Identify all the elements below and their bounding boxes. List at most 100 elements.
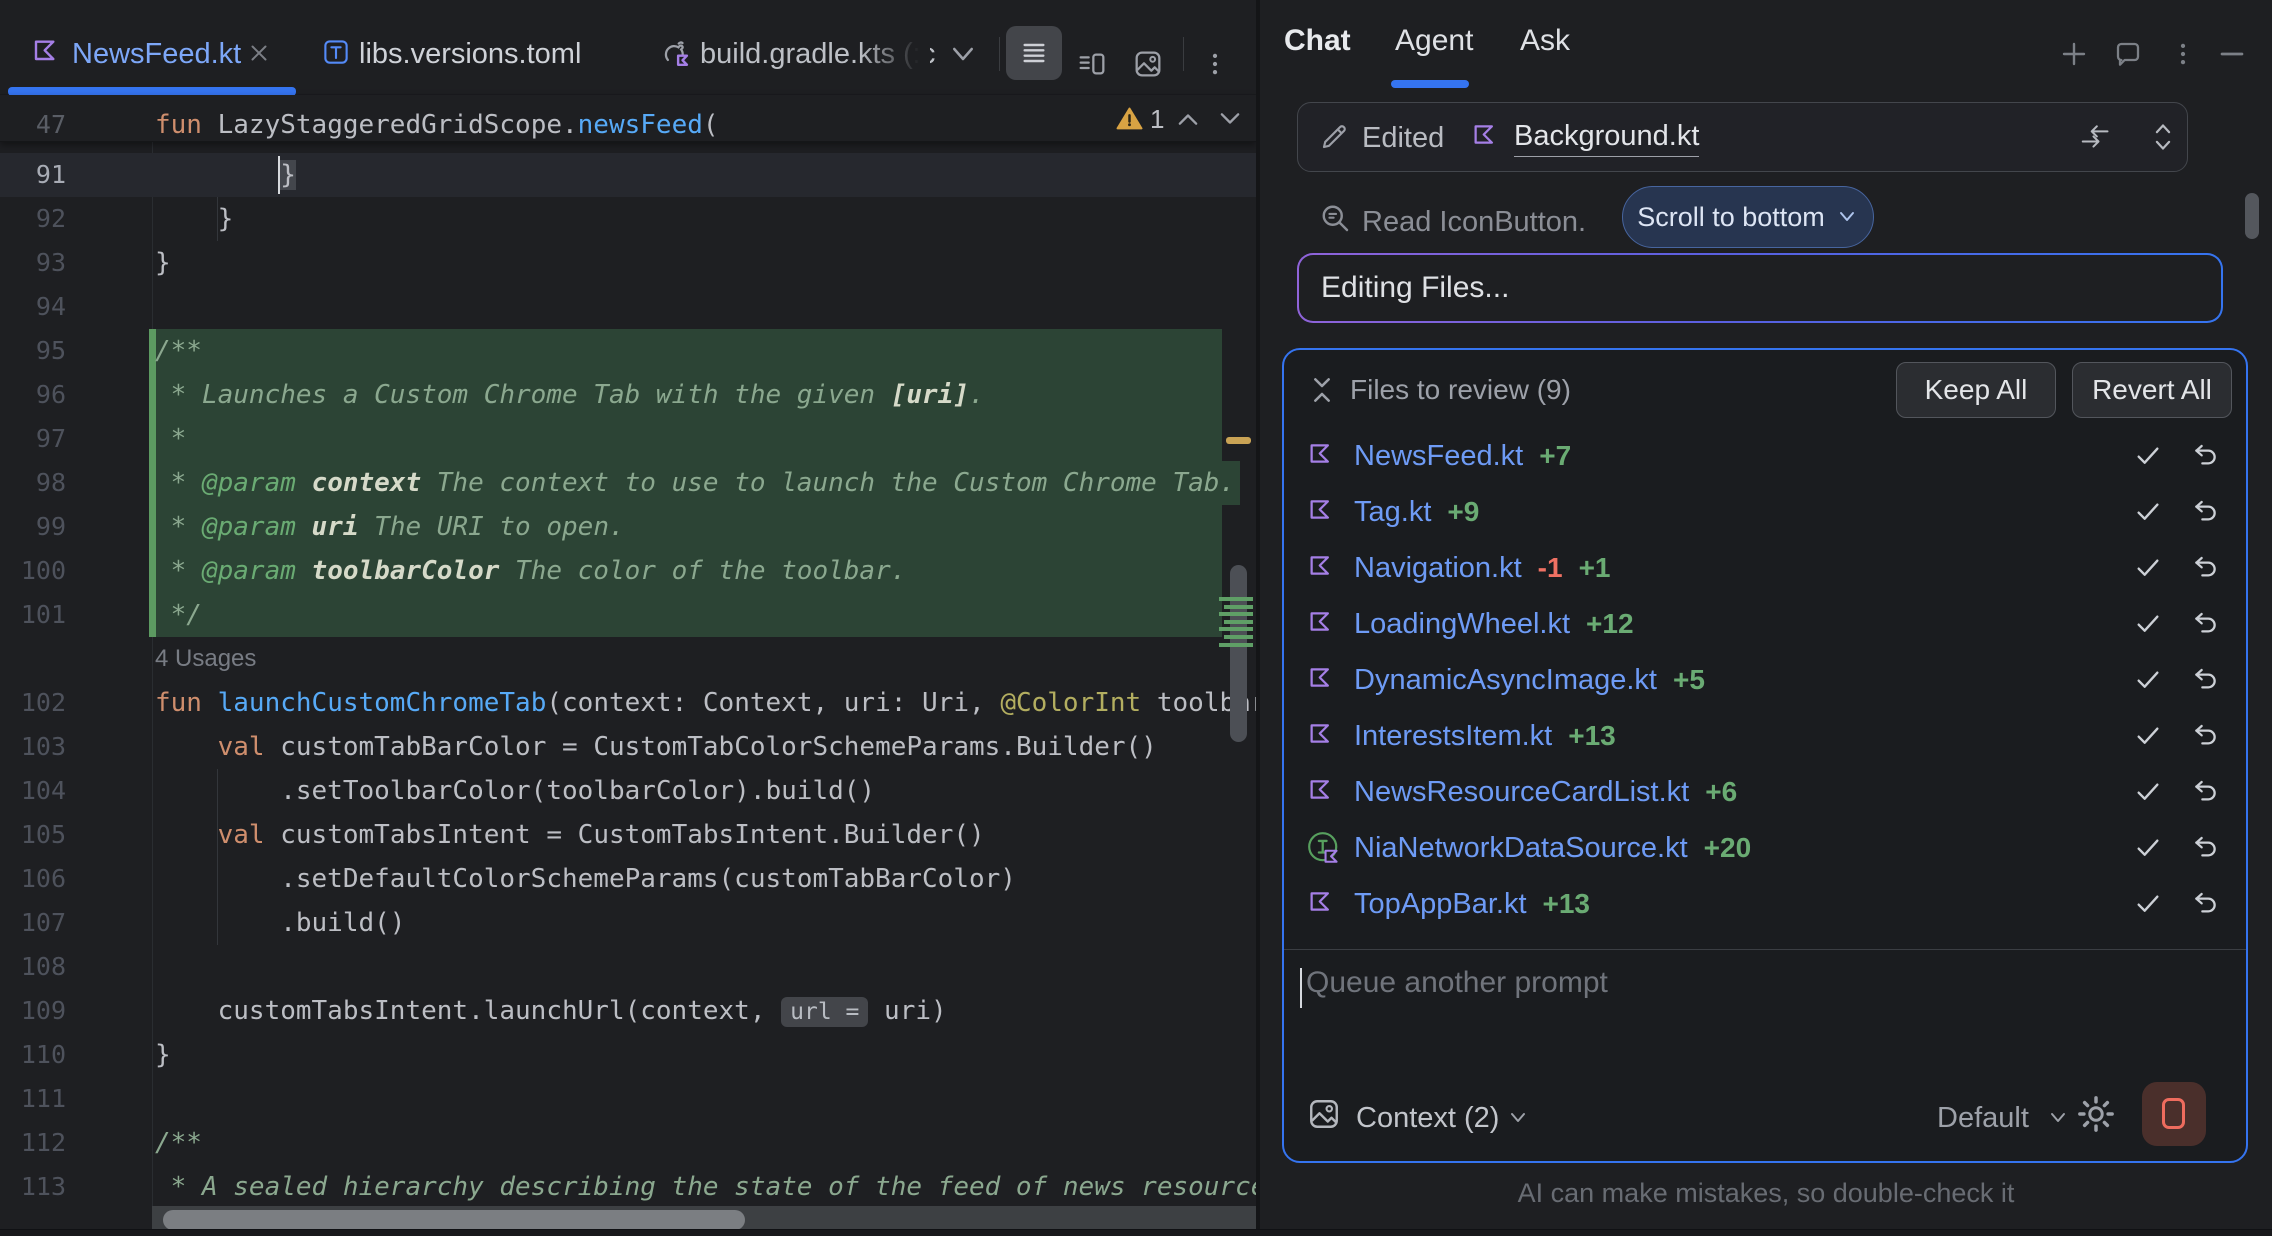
code-line: 92 } (0, 197, 1256, 241)
file-review-row: Tag.kt+9 (1284, 484, 2246, 540)
code-editor-area[interactable]: 91 }92 }93}9495/**96 * Launches a Custom… (0, 142, 1256, 1206)
edited-file-link[interactable]: Background.kt (1514, 120, 1699, 157)
stop-button[interactable] (2142, 1082, 2206, 1146)
model-selector[interactable]: Default (1937, 1102, 2029, 1135)
chevron-down-icon[interactable] (948, 43, 978, 65)
file-link[interactable]: LoadingWheel.kt+12 (1354, 596, 1634, 652)
file-link[interactable]: NewsResourceCardList.kt+6 (1354, 764, 1737, 820)
more-options-icon[interactable] (2168, 38, 2198, 70)
line-number: 108 (0, 945, 66, 989)
file-link[interactable]: TopAppBar.kt+13 (1354, 876, 1590, 932)
line-number: 105 (0, 813, 66, 857)
collapse-icon[interactable] (1306, 374, 1338, 406)
warning-icon[interactable] (1116, 106, 1143, 131)
file-review-row: InterestsItem.kt+13 (1284, 708, 2246, 764)
minimize-icon[interactable] (2216, 38, 2248, 70)
file-link[interactable]: DynamicAsyncImage.kt+5 (1354, 652, 1705, 708)
revert-file-button[interactable] (2188, 720, 2222, 752)
new-chat-icon[interactable] (2058, 38, 2090, 70)
chat-history-icon[interactable] (2112, 38, 2144, 70)
code-line: 91 } (0, 153, 1256, 197)
line-number: 92 (0, 197, 66, 241)
sticky-declaration-line[interactable]: 47 fun LazyStaggeredGridScope.newsFeed( … (0, 95, 1256, 142)
revert-file-button[interactable] (2188, 496, 2222, 528)
context-selector[interactable]: Context (2) (1356, 1102, 1499, 1135)
action-label: Edited (1362, 122, 1444, 155)
code-line: 100 * @param toolbarColor The color of t… (0, 549, 1256, 593)
code-line: 111 (0, 1077, 1256, 1121)
keep-file-button[interactable] (2132, 552, 2164, 584)
added-count: +5 (1673, 664, 1705, 695)
gear-icon[interactable] (2074, 1092, 2118, 1136)
revert-file-button[interactable] (2188, 888, 2222, 920)
file-review-row: DynamicAsyncImage.kt+5 (1284, 652, 2246, 708)
file-link[interactable]: NewsFeed.kt+7 (1354, 428, 1571, 484)
code-line: 94 (0, 285, 1256, 329)
keep-file-button[interactable] (2132, 440, 2164, 472)
line-number: 101 (0, 593, 66, 637)
expand-icon[interactable] (2148, 120, 2178, 154)
prompt-input[interactable]: Queue another prompt (1306, 966, 1608, 1000)
tab-agent[interactable]: Agent (1395, 24, 1473, 58)
revert-file-button[interactable] (2188, 776, 2222, 808)
code-line: 99 * @param uri The URI to open. (0, 505, 1256, 549)
tab-chat[interactable]: Chat (1284, 24, 1351, 58)
usages-inlay-hint[interactable]: 4 Usages (0, 637, 1256, 681)
revert-file-button[interactable] (2188, 832, 2222, 864)
line-number: 94 (0, 285, 66, 329)
keep-file-button[interactable] (2132, 496, 2164, 528)
preview-image-button[interactable] (1132, 48, 1164, 80)
editor-horizontal-scrollbar[interactable] (163, 1210, 745, 1230)
line-number: 109 (0, 989, 66, 1033)
code-line: 103 val customTabBarColor = CustomTabCol… (0, 725, 1256, 769)
code-line: 93} (0, 241, 1256, 285)
keep-file-button[interactable] (2132, 832, 2164, 864)
files-to-review-panel: Files to review (9) Keep All Revert All … (1282, 348, 2248, 1163)
revert-file-button[interactable] (2188, 440, 2222, 472)
chevron-down-icon (1835, 209, 1859, 225)
keep-file-button[interactable] (2132, 776, 2164, 808)
line-number: 107 (0, 901, 66, 945)
editor-tab-libs-versions[interactable]: libs.versions.toml (310, 11, 600, 95)
toolbar-separator (1183, 37, 1184, 71)
view-split-button[interactable] (1076, 48, 1108, 80)
next-warning-icon[interactable] (1216, 109, 1244, 129)
file-link[interactable]: Navigation.kt-1+1 (1354, 540, 1611, 596)
added-count: +13 (1568, 720, 1616, 751)
editor-vertical-scrollbar[interactable] (1230, 565, 1247, 742)
chevron-down-icon[interactable] (2046, 1110, 2070, 1126)
scroll-to-bottom-button[interactable]: Scroll to bottom (1622, 186, 1874, 248)
pencil-icon (1318, 121, 1350, 153)
keep-file-button[interactable] (2132, 720, 2164, 752)
chat-scrollbar[interactable] (2245, 193, 2259, 239)
close-icon[interactable] (246, 40, 272, 66)
revert-file-button[interactable] (2188, 552, 2222, 584)
editor-tab-build-gradle[interactable]: build.gradle.kts (:c (648, 11, 988, 95)
line-number: 47 (0, 103, 66, 147)
view-list-button[interactable] (1006, 26, 1062, 80)
revert-all-button[interactable]: Revert All (2072, 362, 2232, 418)
added-count: +1 (1579, 552, 1611, 583)
prev-warning-icon[interactable] (1174, 109, 1202, 129)
tab-ask[interactable]: Ask (1520, 24, 1570, 58)
file-link[interactable]: Tag.kt+9 (1354, 484, 1479, 540)
revert-file-button[interactable] (2188, 608, 2222, 640)
window-bottom-edge (0, 1229, 2272, 1236)
file-link[interactable]: InterestsItem.kt+13 (1354, 708, 1616, 764)
code-line: 109 customTabsIntent.launchUrl(context, … (0, 989, 1256, 1033)
file-link[interactable]: NiaNetworkDataSource.kt+20 (1354, 820, 1751, 876)
revert-file-button[interactable] (2188, 664, 2222, 696)
status-box: Editing Files... (1297, 253, 2223, 323)
code-line: 96 * Launches a Custom Chrome Tab with t… (0, 373, 1256, 417)
attach-image-icon[interactable] (1306, 1096, 1342, 1132)
more-options-icon[interactable] (1200, 48, 1230, 80)
editor-tab-newsfeed[interactable]: NewsFeed.kt (8, 11, 296, 95)
keep-all-button[interactable]: Keep All (1896, 362, 2056, 418)
keep-file-button[interactable] (2132, 664, 2164, 696)
line-number: 111 (0, 1077, 66, 1121)
code-line: 108 (0, 945, 1256, 989)
keep-file-button[interactable] (2132, 608, 2164, 640)
chevron-down-icon[interactable] (1506, 1110, 1530, 1126)
diff-icon[interactable] (2076, 120, 2112, 154)
keep-file-button[interactable] (2132, 888, 2164, 920)
